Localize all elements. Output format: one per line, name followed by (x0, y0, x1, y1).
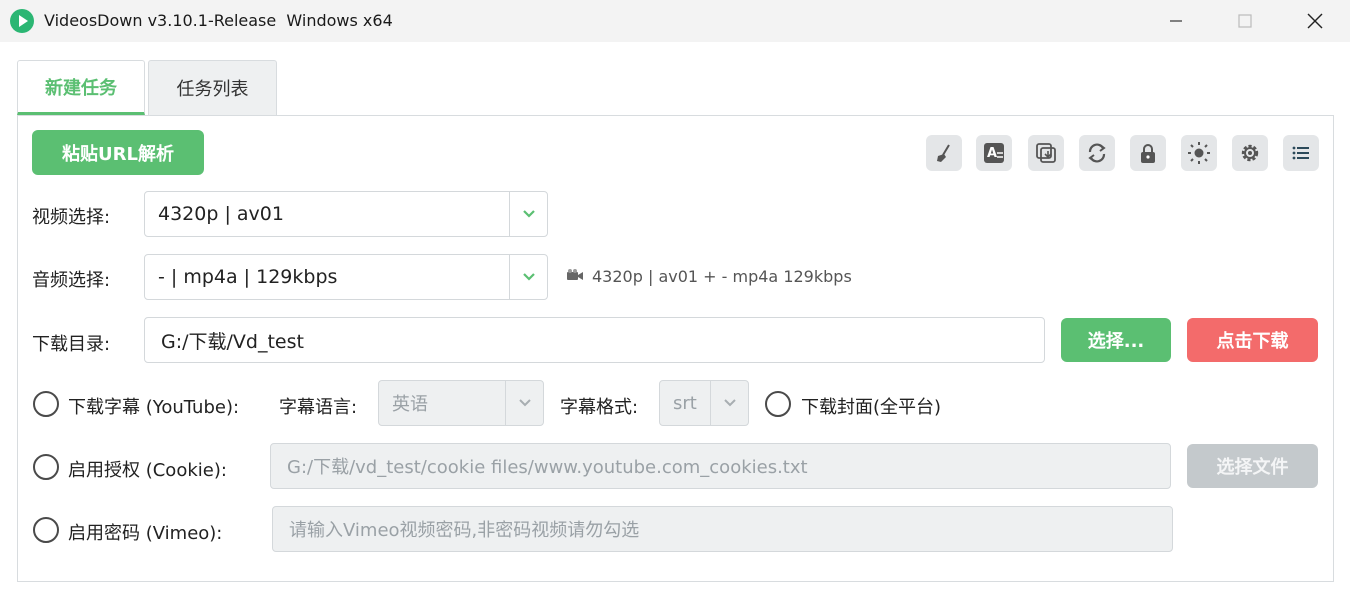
tab-task-list[interactable]: 任务列表 (148, 60, 277, 115)
lock-icon (1137, 142, 1159, 164)
app-logo-icon (10, 9, 34, 33)
cookie-checkbox-label: 启用授权 (Cookie): (68, 460, 227, 481)
video-select-value: 4320p | av01 (158, 203, 284, 225)
copy-icon (1035, 142, 1057, 164)
audio-select-dropdown[interactable]: - | mp4a | 129kbps (144, 254, 548, 300)
video-camera-icon (566, 267, 584, 286)
chevron-down-icon[interactable] (509, 255, 547, 299)
subtitle-checkbox-label: 下载字幕 (YouTube): (68, 397, 240, 418)
subtitle-lang-dropdown[interactable]: 英语 (378, 380, 544, 426)
start-download-button[interactable]: 点击下载 (1187, 318, 1318, 362)
translate-icon: A (982, 141, 1006, 165)
sun-icon (1187, 141, 1211, 165)
chevron-down-icon[interactable] (505, 381, 543, 425)
subtitle-format-value: srt (673, 392, 697, 414)
window-title: VideosDown v3.10.1-Release Windows x64 (44, 11, 393, 30)
minimize-icon (1169, 14, 1183, 28)
cookie-checkbox[interactable] (33, 454, 59, 480)
select-dir-button[interactable]: 选择... (1061, 318, 1171, 362)
cover-checkbox[interactable] (765, 391, 791, 417)
subtitle-lang-value: 英语 (392, 394, 428, 415)
chevron-down-icon[interactable] (509, 192, 547, 236)
tab-new-task[interactable]: 新建任务 (17, 60, 145, 115)
minimize-button[interactable] (1141, 0, 1211, 42)
paste-url-button[interactable]: 粘贴URL解析 (32, 130, 204, 175)
subtitle-translate-button[interactable]: A (976, 135, 1012, 171)
cover-checkbox-label: 下载封面(全平台) (801, 397, 942, 418)
svg-text:A: A (987, 146, 997, 161)
broom-icon (933, 142, 955, 164)
video-select-label: 视频选择: (32, 207, 111, 228)
close-icon (1307, 13, 1323, 29)
format-summary-text: 4320p | av01 + - mp4a 129kbps (592, 267, 852, 286)
format-summary: 4320p | av01 + - mp4a 129kbps (566, 267, 852, 286)
vimeo-checkbox[interactable] (33, 517, 59, 543)
theme-button[interactable] (1181, 135, 1217, 171)
subtitle-format-dropdown[interactable]: srt (659, 380, 749, 426)
refresh-icon (1085, 141, 1109, 165)
subtitle-format-label: 字幕格式: (560, 397, 639, 418)
chevron-down-icon[interactable] (710, 381, 748, 425)
cookie-path-input[interactable]: G:/下载/vd_test/cookie files/www.youtube.c… (270, 443, 1171, 489)
gear-icon (1238, 141, 1262, 165)
settings-button[interactable] (1232, 135, 1268, 171)
title-bar: VideosDown v3.10.1-Release Windows x64 (0, 0, 1350, 42)
choose-file-button[interactable]: 选择文件 (1187, 444, 1318, 488)
maximize-button[interactable] (1210, 0, 1280, 42)
download-dir-input[interactable]: G:/下载/Vd_test (144, 317, 1045, 363)
copy-button[interactable] (1028, 135, 1064, 171)
lock-button[interactable] (1130, 135, 1166, 171)
list-icon (1291, 143, 1311, 163)
subtitle-checkbox[interactable] (33, 391, 59, 417)
subtitle-lang-label: 字幕语言: (279, 397, 358, 418)
clear-button[interactable] (926, 135, 962, 171)
audio-select-value: - | mp4a | 129kbps (158, 266, 338, 288)
close-button[interactable] (1280, 0, 1350, 42)
maximize-icon (1238, 14, 1252, 28)
download-dir-label: 下载目录: (32, 334, 111, 355)
vimeo-password-input[interactable]: 请输入Vimeo视频密码,非密码视频请勿勾选 (272, 506, 1173, 552)
menu-button[interactable] (1283, 135, 1319, 171)
vimeo-checkbox-label: 启用密码 (Vimeo): (68, 523, 223, 544)
audio-select-label: 音频选择: (32, 270, 111, 291)
refresh-button[interactable] (1079, 135, 1115, 171)
video-select-dropdown[interactable]: 4320p | av01 (144, 191, 548, 237)
